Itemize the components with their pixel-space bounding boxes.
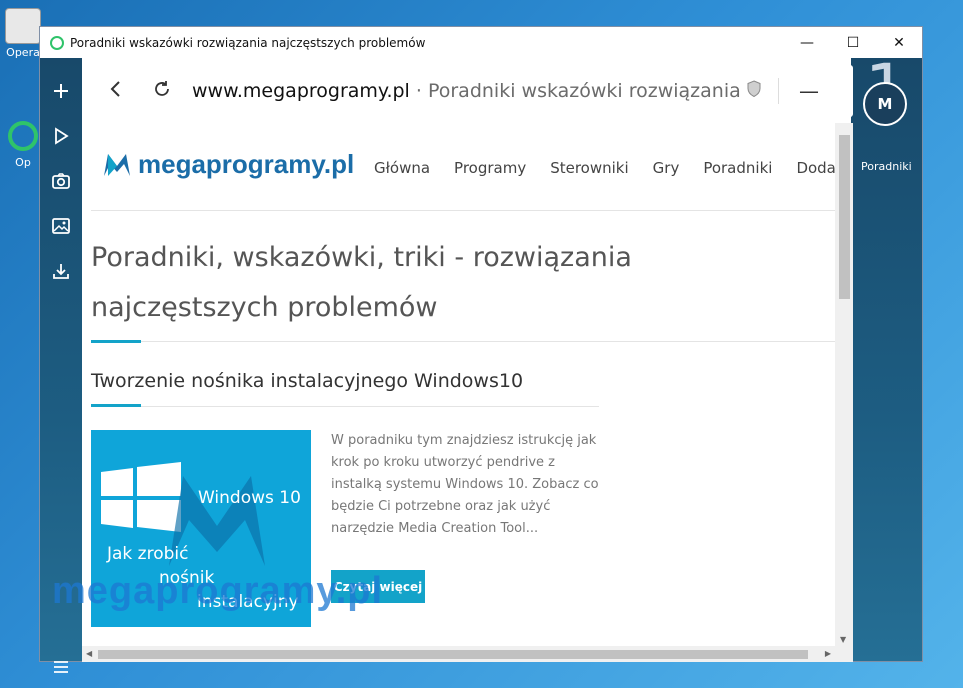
title-accent [91,340,141,343]
page-title: Poradniki, wskazówki, triki - rozwiązani… [91,242,632,323]
desktop-icon-label: Op [15,156,31,169]
back-button[interactable] [104,79,128,104]
panel-minimize-button[interactable]: — [799,79,819,103]
security-shield-icon[interactable] [746,80,762,102]
nav-item-programy[interactable]: Programy [454,159,526,177]
opera-logo-icon [50,35,64,50]
divider [778,78,779,104]
scroll-down-arrow-icon[interactable]: ▼ [840,635,846,644]
article-excerpt: W poradniku tym znajdziesz istrukcję jak… [331,433,599,536]
thumb-product: Windows 10 [198,488,301,508]
watermark-text: megaprogramy.pl [52,570,384,612]
nav-item-glowna[interactable]: Główna [374,159,430,177]
plus-icon [54,84,68,98]
hamburger-menu-icon [54,661,68,673]
reload-icon [155,80,169,96]
sidebar-downloads-button[interactable] [40,254,82,288]
title-divider [91,341,835,342]
reload-button[interactable] [150,79,174,104]
download-icon [53,264,69,279]
minimize-button[interactable]: — [784,27,830,58]
url-page-title: · Poradniki wskazówki rozwiązania na [409,80,742,102]
sidebar-add-button[interactable] [40,74,82,108]
horizontal-scrollbar[interactable]: ◀ ▶ [82,646,853,662]
image-icon [52,218,70,234]
sidebar-player-button[interactable] [40,119,82,153]
desktop-opera-icon [5,118,41,154]
scroll-right-arrow-icon[interactable]: ▶ [825,649,831,658]
megaprogramy-logo-icon [104,153,130,176]
url-domain: www.megaprogramy.pl [192,80,410,102]
nav-item-poradniki[interactable]: Poradniki [703,159,772,177]
window-title: Poradniki wskazówki rozwiązania najczęst… [70,35,426,50]
article-title[interactable]: Tworzenie nośnika instalacyjnego Windows… [91,370,523,392]
nav-item-dodaj[interactable]: Dodaj + [796,159,835,177]
desktop-file-icon [5,8,41,44]
logo-text: megaprogramy.pl [138,149,355,179]
horizontal-scrollbar-thumb[interactable] [98,650,808,659]
sidebar-snapshot-button[interactable] [40,164,82,198]
right-rail: 1 M Poradniki [851,50,922,661]
desktop-icon-label: Opera [6,46,40,59]
tab-label[interactable]: Poradniki [861,160,921,173]
main-nav: Główna Programy Sterowniki Gry Poradniki… [374,159,835,177]
vertical-scrollbar[interactable]: ▼ [835,123,853,646]
header-divider [91,210,835,211]
site-logo[interactable]: megaprogramy.pl [102,149,354,180]
vertical-scrollbar-thumb[interactable] [839,135,850,299]
browser-window: Poradniki wskazówki rozwiązania najczęst… [39,26,923,673]
chevron-left-icon [110,80,120,97]
camera-icon [52,173,70,189]
sidebar-gallery-button[interactable] [40,209,82,243]
web-page: megaprogramy.pl Główna Programy Sterowni… [82,123,835,646]
sidebar-menu-button[interactable] [40,650,82,684]
title-bar[interactable]: Poradniki wskazówki rozwiązania najczęst… [40,27,922,58]
play-icon [55,127,69,145]
nav-item-sterowniki[interactable]: Sterowniki [550,159,628,177]
nav-item-gry[interactable]: Gry [653,159,680,177]
thumb-line1: Jak zrobić [107,544,189,564]
article-divider [91,406,599,407]
tab-badge-icon[interactable]: M [863,82,907,126]
article-accent [91,404,141,407]
scroll-left-arrow-icon[interactable]: ◀ [86,649,92,658]
url-field[interactable]: www.megaprogramy.pl · Poradniki wskazówk… [192,80,742,102]
address-bar-panel: www.megaprogramy.pl · Poradniki wskazówk… [82,65,853,117]
